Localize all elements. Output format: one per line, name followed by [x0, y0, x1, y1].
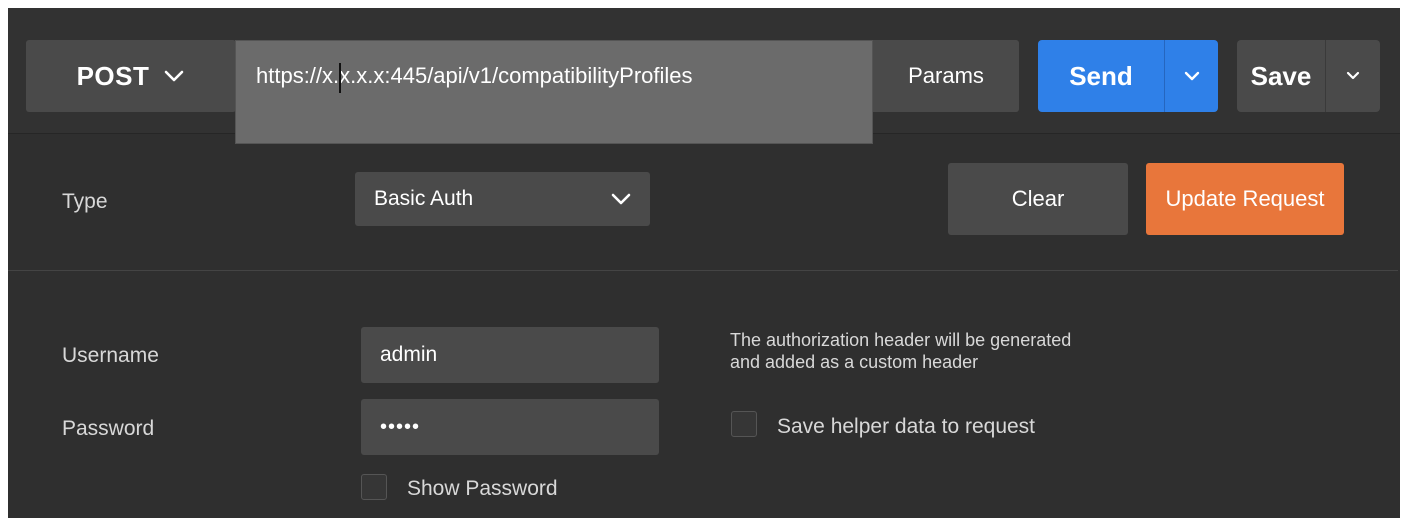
url-input[interactable]: https://x.x.x.x:445/api/v1/compatibility…: [235, 40, 873, 144]
params-button[interactable]: Params: [873, 40, 1019, 112]
params-label: Params: [908, 63, 984, 88]
username-field[interactable]: admin: [361, 327, 659, 383]
username-label: Username: [62, 344, 159, 367]
save-label: Save: [1250, 60, 1312, 91]
chevron-down-icon: [611, 193, 631, 205]
save-helper-label: Save helper data to request: [777, 415, 1036, 438]
auth-header-note: The authorization header will be generat…: [730, 329, 1071, 373]
update-request-label: Update Request: [1165, 186, 1325, 211]
method-label: POST: [76, 60, 150, 91]
save-helper-checkbox[interactable]: [731, 411, 757, 437]
show-password-checkbox[interactable]: [361, 474, 387, 500]
show-password-label: Show Password: [407, 477, 558, 500]
url-text: https://x.x.x.x:445/api/v1/compatibility…: [256, 63, 693, 88]
save-dropdown-button[interactable]: [1326, 40, 1380, 112]
send-dropdown-button[interactable]: [1165, 40, 1218, 112]
text-cursor: [339, 63, 341, 93]
chevron-down-icon: [1184, 71, 1199, 81]
username-value: admin: [380, 343, 438, 366]
frame-right-edge: [1400, 0, 1406, 518]
send-button[interactable]: Send: [1038, 40, 1218, 112]
clear-button[interactable]: Clear: [948, 163, 1128, 235]
frame-left-edge: [0, 0, 8, 518]
auth-type-value: Basic Auth: [374, 187, 474, 210]
clear-label: Clear: [1011, 186, 1065, 211]
save-button[interactable]: Save: [1237, 40, 1380, 112]
section-divider: [8, 270, 1398, 271]
note-line-1: The authorization header will be generat…: [730, 330, 1072, 350]
auth-type-select[interactable]: Basic Auth: [355, 172, 650, 226]
note-line-2: and added as a custom header: [730, 352, 979, 372]
frame-top-edge: [0, 0, 1406, 8]
type-label: Type: [62, 190, 108, 213]
chevron-down-icon: [1346, 71, 1360, 80]
password-field[interactable]: •••••: [361, 399, 659, 455]
password-label: Password: [62, 417, 155, 440]
send-label: Send: [1069, 60, 1133, 91]
update-request-button[interactable]: Update Request: [1146, 163, 1344, 235]
method-select[interactable]: POST: [26, 40, 236, 112]
chevron-down-icon: [165, 70, 184, 82]
password-value: •••••: [380, 415, 421, 438]
